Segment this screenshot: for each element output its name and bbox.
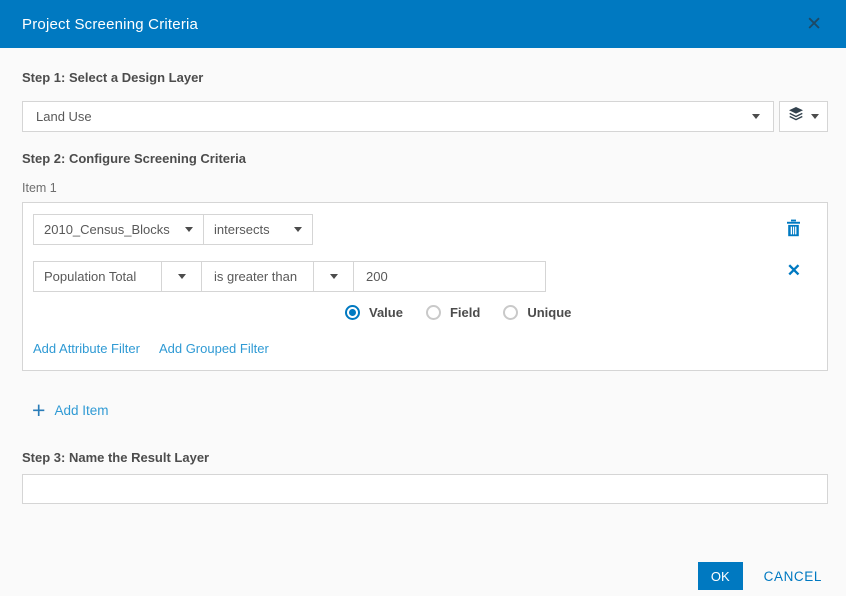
step1-label: Step 1: Select a Design Layer <box>22 70 204 85</box>
design-layer-row: Land Use <box>22 101 828 132</box>
result-layer-name-input[interactable] <box>22 474 828 504</box>
chevron-down-icon <box>329 274 338 279</box>
close-icon[interactable]: ✕ <box>802 13 826 36</box>
chevron-down-icon <box>811 114 819 119</box>
trash-icon <box>785 219 802 241</box>
design-layer-select-value: Land Use <box>36 109 92 124</box>
radio-field-label: Field <box>449 305 481 320</box>
add-attribute-filter-link[interactable]: Add Attribute Filter <box>33 341 140 356</box>
radio-field[interactable]: Field <box>425 305 481 320</box>
attribute-field-value: Population Total <box>44 269 137 284</box>
chevron-down-icon <box>177 274 186 279</box>
condition-operator-caret-button[interactable] <box>313 262 353 291</box>
step2-label: Step 2: Configure Screening Criteria <box>22 151 246 166</box>
radio-button-icon <box>425 305 441 320</box>
remove-filter-button[interactable]: ✕ <box>787 262 801 279</box>
screening-layer-value: 2010_Census_Blocks <box>44 222 170 237</box>
condition-operator-select[interactable]: is greater than <box>201 262 313 291</box>
step3-label: Step 3: Name the Result Layer <box>22 450 210 465</box>
filter-value-input[interactable] <box>354 262 545 291</box>
add-grouped-filter-link[interactable]: Add Grouped Filter <box>159 341 269 356</box>
chevron-down-icon <box>752 114 760 119</box>
screening-layer-operator-group: 2010_Census_Blocks intersects <box>33 214 313 245</box>
filter-links-row: Add Attribute Filter Add Grouped Filter <box>33 341 817 356</box>
attribute-filter-group: Population Total is greater than <box>33 261 546 292</box>
design-layer-select[interactable]: Land Use <box>22 101 774 132</box>
value-type-radio-group: Value Field Unique <box>345 305 817 320</box>
radio-value[interactable]: Value <box>345 305 403 320</box>
radio-value-label: Value <box>369 305 403 320</box>
filter-value-cell <box>353 262 545 291</box>
project-screening-criteria-dialog: Project Screening Criteria ✕ Step 1: Sel… <box>0 0 846 596</box>
dialog-content: Step 1: Select a Design Layer Land Use S… <box>0 70 846 590</box>
screening-layer-select[interactable]: 2010_Census_Blocks <box>34 215 203 244</box>
add-item-label: Add Item <box>54 402 109 418</box>
chevron-down-icon <box>294 227 302 232</box>
attribute-field-select[interactable]: Population Total <box>34 262 161 291</box>
radio-unique-label: Unique <box>527 305 572 320</box>
spatial-operator-value: intersects <box>214 222 270 237</box>
attribute-field-caret-button[interactable] <box>161 262 201 291</box>
item-label: Item 1 <box>22 181 57 195</box>
add-item-button[interactable]: + Add Item <box>32 397 109 423</box>
radio-unique[interactable]: Unique <box>503 305 571 320</box>
condition-operator-value: is greater than <box>214 269 298 284</box>
cancel-button[interactable]: CANCEL <box>764 569 822 584</box>
layers-dropdown-button[interactable] <box>779 101 828 132</box>
layers-icon <box>788 107 804 126</box>
screening-item-card: 2010_Census_Blocks intersects Population… <box>22 202 828 371</box>
plus-icon: + <box>32 397 46 423</box>
close-x-icon: ✕ <box>786 261 801 280</box>
ok-button[interactable]: OK <box>697 562 743 590</box>
dialog-header: Project Screening Criteria ✕ <box>0 0 846 48</box>
radio-button-icon <box>503 305 519 320</box>
radio-button-icon <box>345 305 360 320</box>
delete-item-button[interactable] <box>785 219 802 242</box>
dialog-title: Project Screening Criteria <box>22 15 199 33</box>
dialog-footer: OK CANCEL <box>22 562 828 590</box>
spatial-operator-select[interactable]: intersects <box>203 215 312 244</box>
chevron-down-icon <box>185 227 193 232</box>
